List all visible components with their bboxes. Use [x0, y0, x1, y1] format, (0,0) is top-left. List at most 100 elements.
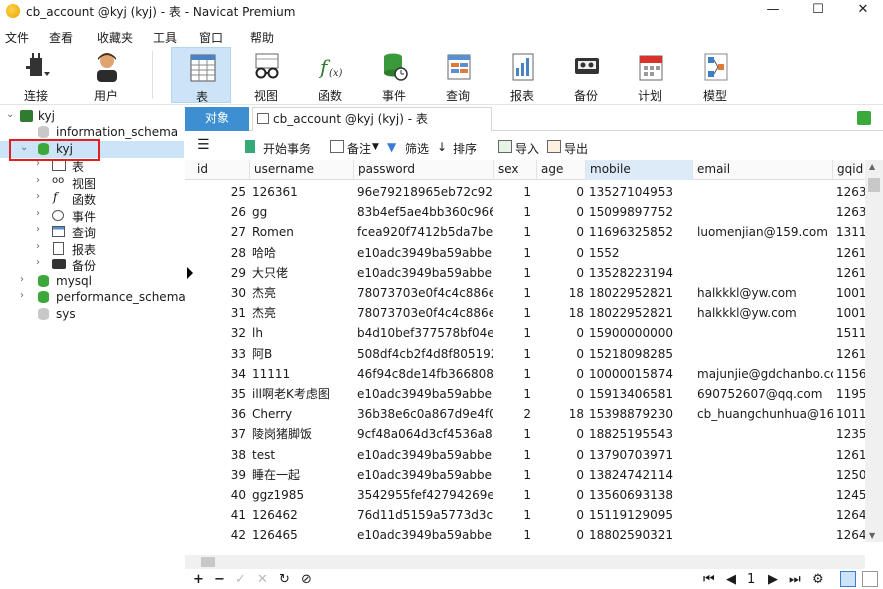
chevron-right-icon[interactable]: › [36, 191, 40, 202]
column-header-sex[interactable]: sex [494, 160, 537, 180]
tree-connection-kyj[interactable]: ⌄ kyj [0, 108, 184, 125]
table-row[interactable]: 36 Cherry36b38e6c0a867d9e4f0a42 1815398879… [185, 404, 865, 424]
import-button[interactable]: 导入 [515, 140, 539, 157]
table-cell[interactable]: 1 [494, 505, 531, 525]
table-cell[interactable]: 1 [494, 465, 531, 485]
chevron-right-icon[interactable]: › [36, 241, 40, 252]
table-cell[interactable]: 1552 [589, 243, 693, 263]
table-cell[interactable]: 13527104953 [589, 182, 693, 202]
table-cell[interactable]: lh [252, 323, 352, 343]
sort-button[interactable]: 排序 [453, 140, 477, 157]
scroll-down-arrow[interactable]: ▼ [869, 531, 875, 540]
table-cell[interactable]: e10adc3949ba59abbe56e [357, 525, 493, 542]
table-row[interactable]: 38 teste10adc3949ba59abbe56e1013790703971… [185, 445, 865, 465]
table-cell[interactable]: ggz1985 [252, 485, 352, 505]
table-cell[interactable]: 1 [494, 283, 531, 303]
table-cell[interactable]: 36 [193, 404, 246, 424]
table-cell[interactable]: 15119129095 [589, 505, 693, 525]
table-cell[interactable] [697, 344, 833, 364]
menu-tools[interactable]: 工具 [153, 29, 177, 46]
chevron-right-icon[interactable]: › [36, 257, 40, 268]
table-row[interactable]: 34 1111146f94c8de14fb36680850101000001587… [185, 364, 865, 384]
tab-objects[interactable]: 对象 [185, 107, 249, 131]
table-cell[interactable]: e10adc3949ba59abbe56e [357, 465, 493, 485]
table-cell[interactable]: 1 [494, 222, 531, 242]
table-row[interactable]: 29 大只佬e10adc3949ba59abbe56e1013528223194 1… [185, 263, 865, 283]
table-cell[interactable]: 12614 [836, 445, 865, 465]
filter-button[interactable]: 筛选 [405, 140, 429, 157]
table-cell[interactable]: 9cf48a064d3cf4536a8284 [357, 424, 493, 444]
menu-help[interactable]: 帮助 [250, 29, 274, 46]
table-cell[interactable]: e10adc3949ba59abbe56e [357, 384, 493, 404]
table-cell[interactable] [697, 182, 833, 202]
toolbar-query-button[interactable]: 查询 [428, 47, 488, 103]
table-cell[interactable]: 31 [193, 303, 246, 323]
column-header-gqid[interactable]: gqid [833, 160, 865, 180]
tree-item-events[interactable]: › 事件 [0, 207, 184, 224]
table-cell[interactable]: 96e79218965eb72c92a54 [357, 182, 493, 202]
table-cell[interactable]: 0 [537, 424, 584, 444]
tree-item-functions[interactable]: › f 函数 [0, 190, 184, 207]
table-row[interactable]: 40 ggz19853542955fef42794269e9e4101356069… [185, 485, 865, 505]
column-header-email[interactable]: email [693, 160, 833, 180]
table-cell[interactable]: Romen [252, 222, 352, 242]
tree-db-performance-schema[interactable]: › performance_schema [0, 289, 186, 306]
table-cell[interactable]: 1 [494, 303, 531, 323]
first-page-icon[interactable]: ⏮ [703, 572, 715, 587]
apply-icon[interactable]: ✓ [235, 572, 246, 587]
table-cell[interactable]: 40 [193, 485, 246, 505]
column-header-mobile[interactable]: mobile [586, 160, 693, 180]
table-cell[interactable]: 10000015874 [589, 364, 693, 384]
table-cell[interactable]: 33 [193, 344, 246, 364]
table-cell[interactable]: 0 [537, 222, 584, 242]
table-row[interactable]: 39 睡在一起e10adc3949ba59abbe56e1013824742114… [185, 465, 865, 485]
menu-window[interactable]: 窗口 [199, 29, 223, 46]
vertical-scrollbar[interactable]: ▲ ▼ [865, 160, 883, 542]
tree-item-reports[interactable]: › 报表 [0, 240, 184, 257]
begin-transaction-button[interactable]: 开始事务 [263, 140, 311, 157]
tree-item-views[interactable]: › oo 视图 [0, 174, 184, 191]
table-row[interactable]: 26 gg83b4ef5ae4bb360c966281015099897752 12… [185, 202, 865, 222]
table-cell[interactable]: 1 [494, 344, 531, 364]
table-cell[interactable]: 46f94c8de14fb36680850 [357, 364, 493, 384]
table-cell[interactable]: 1 [494, 525, 531, 542]
table-cell[interactable]: 34 [193, 364, 246, 384]
table-cell[interactable]: luomenjian@159.com [697, 222, 833, 242]
table-cell[interactable]: 38 [193, 445, 246, 465]
table-row[interactable]: 31 杰亮78073703e0f4c4c886efc81 1818022952821… [185, 303, 865, 323]
table-cell[interactable]: 83b4ef5ae4bb360c96628 [357, 202, 493, 222]
scroll-thumb[interactable] [201, 557, 215, 567]
menu-view[interactable]: 查看 [49, 29, 73, 46]
table-cell[interactable]: 41 [193, 505, 246, 525]
table-cell[interactable]: 508df4cb2f4d8f80519256 [357, 344, 493, 364]
table-cell[interactable] [697, 202, 833, 222]
table-cell[interactable] [697, 424, 833, 444]
scroll-thumb[interactable] [868, 178, 880, 192]
tab-table-cb-account[interactable]: cb_account @kyj (kyj) - 表 [252, 107, 492, 131]
table-cell[interactable]: 15398879230 [589, 404, 693, 424]
table-cell[interactable]: 13111 [836, 222, 865, 242]
table-cell[interactable]: e10adc3949ba59abbe56e [357, 243, 493, 263]
close-button[interactable]: ✕ [845, 0, 881, 22]
table-cell[interactable]: 18825195543 [589, 424, 693, 444]
table-cell[interactable]: 2 [494, 404, 531, 424]
table-cell[interactable]: 0 [537, 344, 584, 364]
horizontal-scrollbar[interactable] [185, 555, 865, 569]
table-cell[interactable]: 1 [494, 243, 531, 263]
table-cell[interactable]: 18 [537, 283, 584, 303]
tree-item-queries[interactable]: › 查询 [0, 223, 184, 240]
table-cell[interactable]: 1 [494, 202, 531, 222]
table-cell[interactable]: 39 [193, 465, 246, 485]
table-cell[interactable]: 10112 [836, 404, 865, 424]
table-cell[interactable] [697, 445, 833, 465]
table-cell[interactable]: 36b38e6c0a867d9e4f0a4 [357, 404, 493, 424]
toolbar-table-button[interactable]: 表 [171, 47, 231, 104]
table-cell[interactable]: 11111 [252, 364, 352, 384]
table-cell[interactable]: gg [252, 202, 352, 222]
table-cell[interactable]: test [252, 445, 352, 465]
table-cell[interactable]: 12646 [836, 525, 865, 542]
table-cell[interactable]: 1 [494, 323, 531, 343]
table-cell[interactable]: 11567 [836, 364, 865, 384]
minimize-button[interactable]: — [755, 0, 791, 22]
table-cell[interactable]: 15099897752 [589, 202, 693, 222]
